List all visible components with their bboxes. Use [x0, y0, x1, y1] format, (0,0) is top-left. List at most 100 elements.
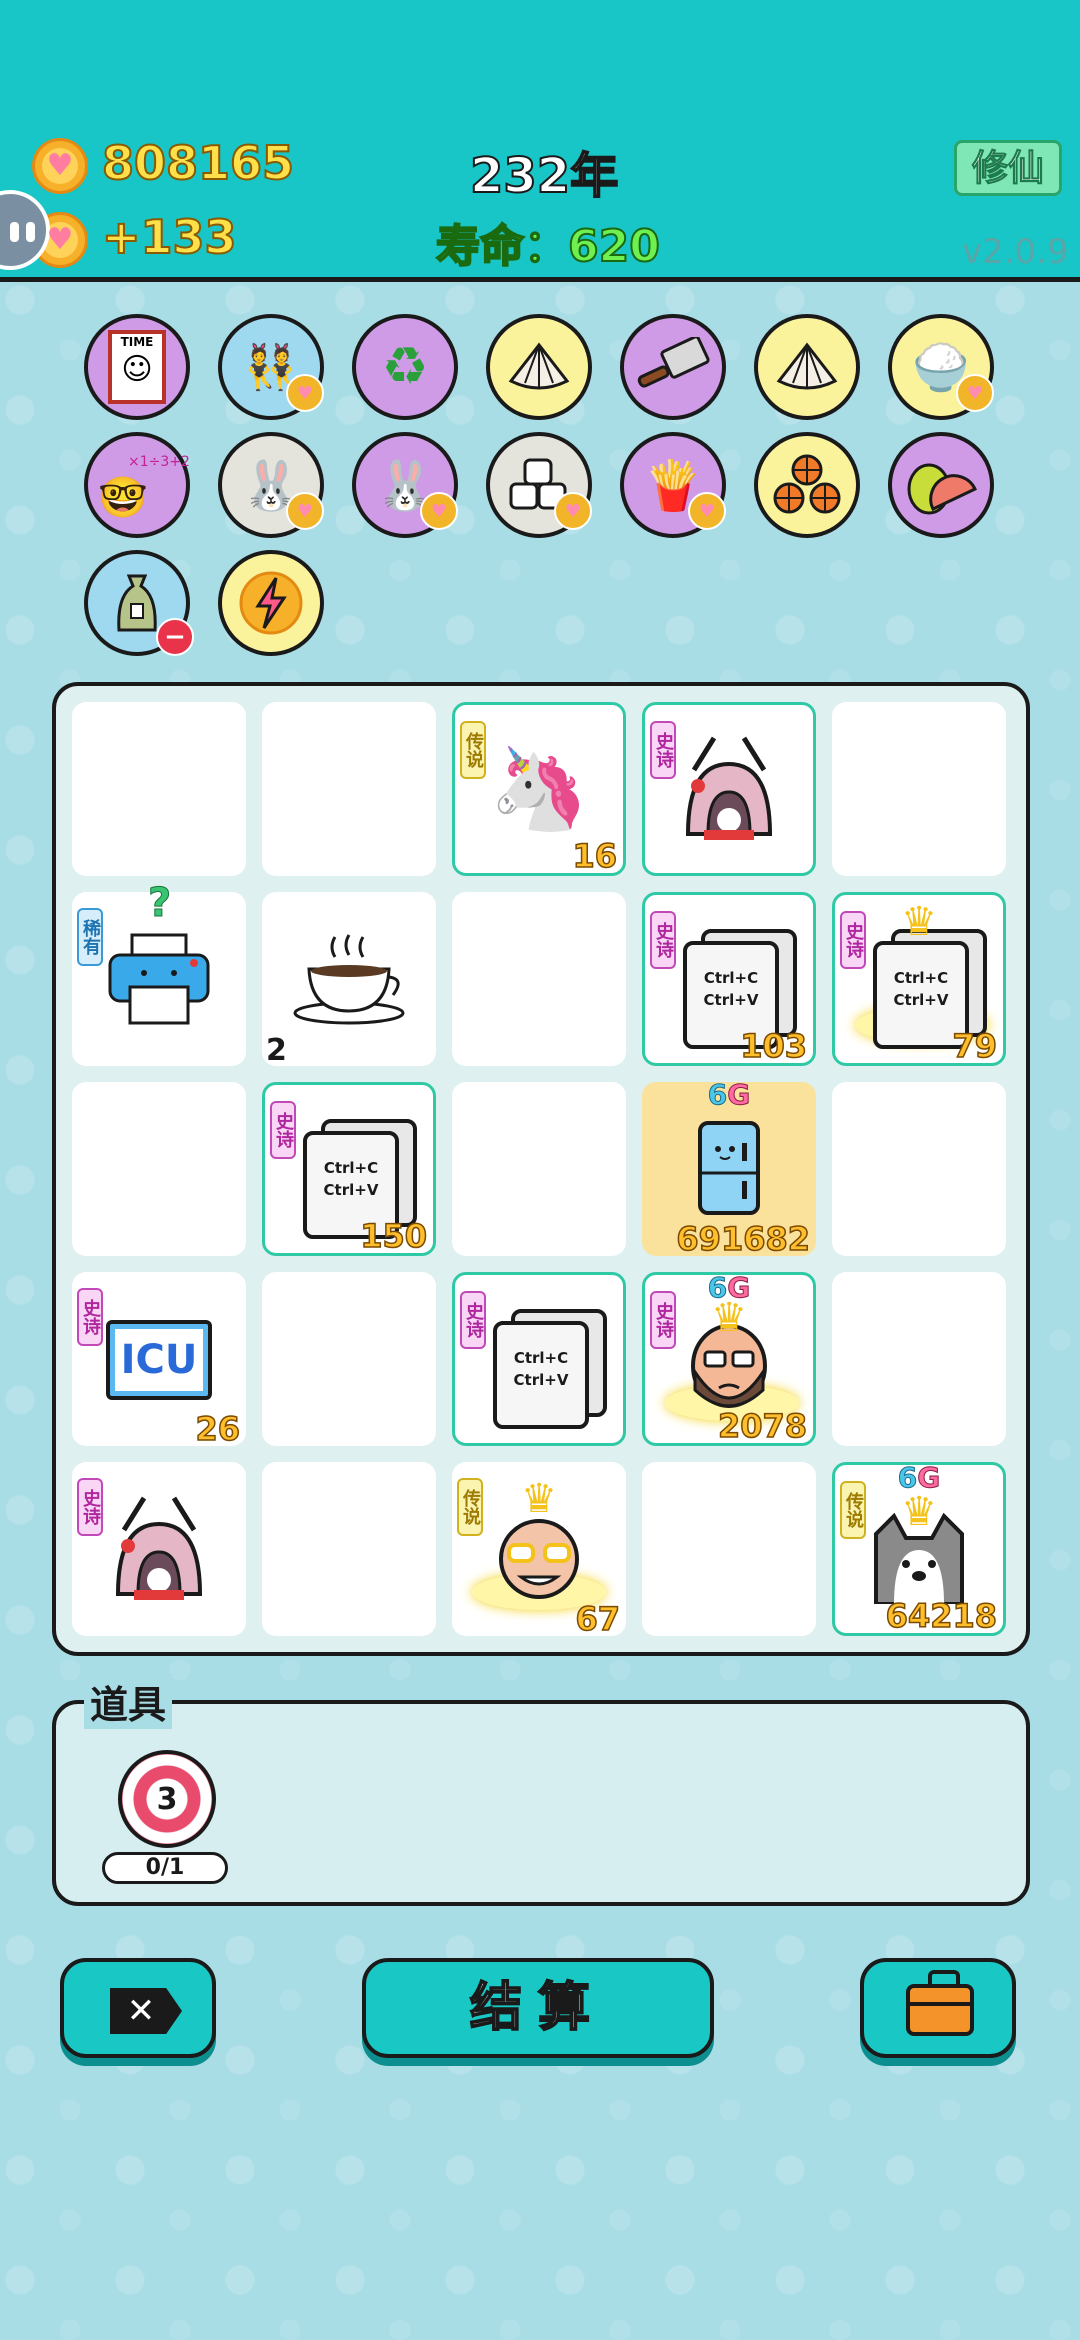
- props-title: 道具: [84, 1674, 173, 1729]
- epic-tag: 史诗: [650, 721, 676, 779]
- 6g-label: 6: [707, 1271, 728, 1305]
- rabbit-icon[interactable]: 🐰 ♥: [352, 432, 458, 538]
- rice-bowl-icon[interactable]: 🍚 ♥: [888, 314, 994, 420]
- board-cell-empty[interactable]: [262, 1462, 436, 1636]
- copy-text: Ctrl+C: [323, 1159, 379, 1177]
- time-magazine-icon[interactable]: TIME ☺: [84, 314, 190, 420]
- basketballs-icon[interactable]: [754, 432, 860, 538]
- shell-icon[interactable]: [486, 314, 592, 420]
- lifespan-counter: 寿命：620: [435, 220, 661, 273]
- board-cell-empty[interactable]: [832, 702, 1006, 876]
- epic-tag: 史诗: [77, 1478, 103, 1536]
- board-cell-bearded-king[interactable]: ♛ 6G 史诗 2078: [642, 1271, 816, 1446]
- cell-count: 691682: [676, 1219, 811, 1259]
- favorite-heart-icon: ♥: [286, 492, 324, 530]
- board-cell-old-king[interactable]: ♛ 传说 67: [452, 1462, 626, 1639]
- board-cell-copy-paste[interactable]: Ctrl+C Ctrl+V 史诗 150: [262, 1082, 436, 1256]
- shell-icon[interactable]: [754, 314, 860, 420]
- epic-tag: 史诗: [270, 1101, 296, 1159]
- epic-tag: 史诗: [460, 1291, 486, 1349]
- board-cell-empty[interactable]: [72, 702, 246, 876]
- paste-text: Ctrl+V: [703, 991, 759, 1009]
- top-hud: ♥ 808165 ♥ +133 232年 寿命：620 修仙 v2.0.9: [0, 0, 1080, 282]
- favorite-heart-icon: ♥: [420, 492, 458, 530]
- board-cell-printer[interactable]: ? 稀有: [72, 880, 246, 1066]
- quit-button[interactable]: ✕: [60, 1958, 216, 2058]
- crown-icon: ♛: [521, 1476, 557, 1522]
- icu-sign: ICU: [106, 1320, 212, 1400]
- inventory-button[interactable]: [860, 1958, 1016, 2058]
- coin-icon: ♥: [32, 138, 88, 194]
- coffee-cup-icon: [262, 892, 436, 1066]
- board-cell-rabbit-house[interactable]: 史诗: [642, 702, 816, 876]
- 6g-label: 6: [897, 1461, 918, 1495]
- favorite-heart-icon: ♥: [688, 492, 726, 530]
- legend-tag: 传说: [840, 1481, 866, 1539]
- cell-count: 2: [266, 1033, 287, 1068]
- icu-text: ICU: [115, 1329, 203, 1391]
- grapefruit-icon[interactable]: [888, 432, 994, 538]
- paste-text: Ctrl+V: [323, 1181, 379, 1199]
- trash-bag-icon[interactable]: −: [84, 550, 194, 656]
- fries-icon[interactable]: 🍟 ♥: [620, 432, 726, 538]
- epic-tag: 史诗: [77, 1288, 103, 1346]
- board-cell-copy-paste[interactable]: Ctrl+C Ctrl+V 史诗: [452, 1272, 626, 1446]
- twins-icon[interactable]: 👯 ♥: [218, 314, 324, 420]
- epic-tag: 史诗: [650, 911, 676, 969]
- board-cell-copy-paste-crowned[interactable]: Ctrl+C Ctrl+V ♛ 史诗 79: [832, 892, 1006, 1066]
- board-cell-unicorn[interactable]: 🦄 传说 16: [452, 702, 626, 876]
- rare-tag: 稀有: [77, 908, 103, 966]
- board-cell-empty[interactable]: [452, 892, 626, 1066]
- epic-tag: 史诗: [840, 911, 866, 969]
- crown-icon: ♛: [901, 899, 937, 945]
- lightning-icon[interactable]: [218, 550, 324, 656]
- cell-count: 103: [739, 1026, 807, 1066]
- board-cell-empty[interactable]: [832, 1272, 1006, 1446]
- 6g-badge: 6G: [707, 1271, 751, 1305]
- favorite-heart-icon: ♥: [554, 492, 592, 530]
- paste-text: Ctrl+V: [893, 991, 949, 1009]
- cell-count: 67: [575, 1599, 621, 1639]
- board-cell-coffee[interactable]: 2: [262, 892, 436, 1068]
- board-cell-empty[interactable]: [642, 1462, 816, 1636]
- cell-count: 26: [195, 1409, 241, 1449]
- close-icon: ✕: [110, 1988, 182, 2034]
- unknown-mark: ?: [147, 880, 172, 927]
- board-cell-copy-paste[interactable]: Ctrl+C Ctrl+V 史诗 103: [642, 892, 816, 1066]
- cell-count: 2078: [717, 1406, 808, 1446]
- legend-tag: 传说: [457, 1478, 483, 1536]
- board-cell-empty[interactable]: [832, 1082, 1006, 1256]
- cleaver-icon[interactable]: [620, 314, 726, 420]
- legend-tag: 传说: [460, 721, 486, 779]
- copy-text: Ctrl+C: [893, 969, 949, 987]
- settle-label: 结算: [469, 1977, 606, 2039]
- board-cell-fridge[interactable]: 6G 691682: [642, 1078, 816, 1259]
- board-cell-husky-king[interactable]: ♛ 6G 传说 64218: [832, 1461, 1006, 1636]
- cell-count: 16: [572, 836, 618, 876]
- board-cell-rabbit-house[interactable]: 史诗: [72, 1462, 246, 1636]
- crown-icon: ♛: [901, 1489, 937, 1535]
- epic-tag: 史诗: [650, 1291, 676, 1349]
- paste-text: Ctrl+V: [513, 1371, 569, 1389]
- math-nerd-icon[interactable]: ×1÷3+2 🤓: [84, 432, 190, 538]
- remove-icon[interactable]: −: [156, 618, 194, 656]
- coin-total: 808165: [101, 135, 295, 191]
- recycle-icon[interactable]: ♻: [352, 314, 458, 420]
- board-cell-icu[interactable]: ICU 史诗 26: [72, 1272, 246, 1449]
- cell-count: 79: [952, 1026, 998, 1066]
- target-uses: 0/1: [102, 1852, 228, 1884]
- target-number: 3: [156, 1781, 178, 1817]
- cultivate-button[interactable]: 修仙: [954, 140, 1062, 196]
- 6g-label: 6: [707, 1078, 728, 1112]
- board-cell-empty[interactable]: [72, 1082, 246, 1256]
- tofu-icon[interactable]: ♥: [486, 432, 592, 538]
- board-cell-empty[interactable]: [452, 1082, 626, 1256]
- board-cell-empty[interactable]: [262, 702, 436, 876]
- cell-count: 64218: [885, 1596, 998, 1636]
- settle-button[interactable]: 结算: [362, 1958, 714, 2058]
- target-icon[interactable]: 3: [118, 1750, 216, 1848]
- briefcase-icon: [906, 1970, 974, 2036]
- rabbit-icon[interactable]: 🐰 ♥: [218, 432, 324, 538]
- copy-text: Ctrl+C: [703, 969, 759, 987]
- board-cell-empty[interactable]: [262, 1272, 436, 1446]
